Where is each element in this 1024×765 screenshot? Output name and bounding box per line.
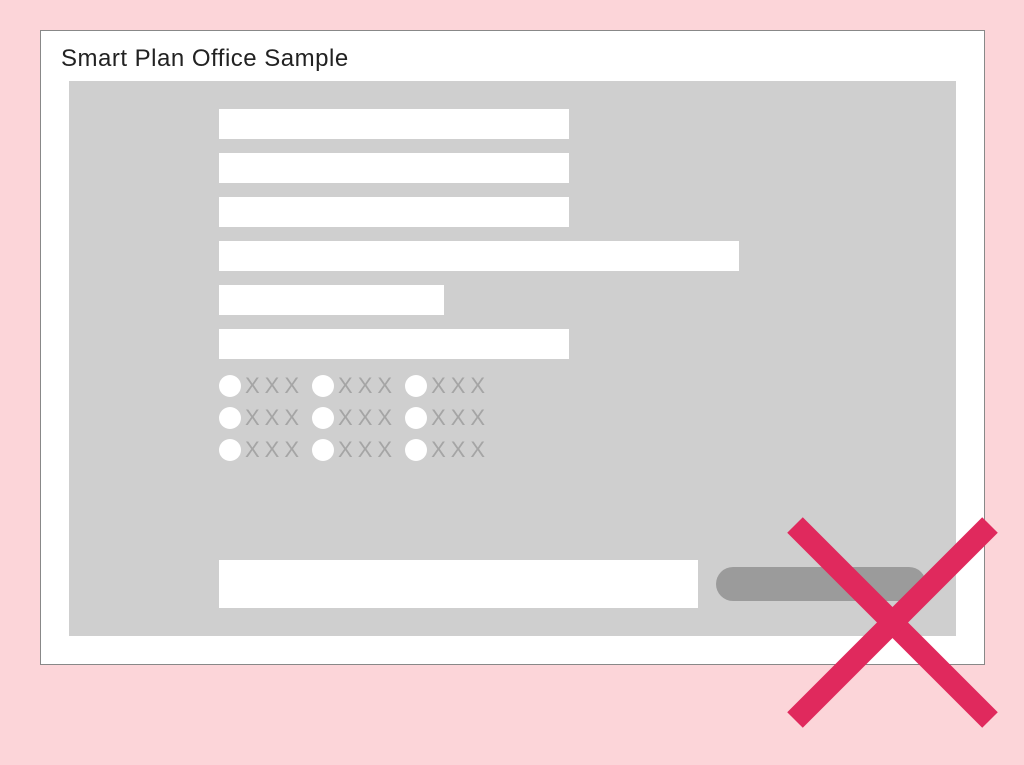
radio-section: XXX XXX XXX XXX XXX <box>219 373 926 463</box>
text-input-2[interactable] <box>219 153 569 183</box>
radio-label: XXX <box>245 373 304 399</box>
radio-label: XXX <box>245 405 304 431</box>
radio-label: XXX <box>431 373 490 399</box>
radio-label: XXX <box>338 405 397 431</box>
radio-option[interactable]: XXX <box>219 373 304 399</box>
radio-row-2: XXX XXX XXX <box>219 405 926 431</box>
radio-option[interactable]: XXX <box>312 373 397 399</box>
radio-option[interactable]: XXX <box>219 405 304 431</box>
bottom-row <box>219 560 926 608</box>
text-input-6[interactable] <box>219 329 569 359</box>
radio-icon <box>219 375 241 397</box>
radio-option[interactable]: XXX <box>405 373 490 399</box>
app-window: Smart Plan Office Sample XXX XXX XXX <box>40 30 985 665</box>
radio-label: XXX <box>431 405 490 431</box>
radio-option[interactable]: XXX <box>405 437 490 463</box>
text-input-4[interactable] <box>219 241 739 271</box>
radio-icon <box>312 407 334 429</box>
radio-option[interactable]: XXX <box>312 405 397 431</box>
radio-label: XXX <box>338 373 397 399</box>
radio-icon <box>405 407 427 429</box>
radio-icon <box>219 407 241 429</box>
radio-label: XXX <box>338 437 397 463</box>
radio-icon <box>405 439 427 461</box>
form-panel: XXX XXX XXX XXX XXX <box>69 81 956 636</box>
radio-label: XXX <box>245 437 304 463</box>
text-input-3[interactable] <box>219 197 569 227</box>
radio-icon <box>405 375 427 397</box>
bottom-text-input[interactable] <box>219 560 698 608</box>
text-input-1[interactable] <box>219 109 569 139</box>
radio-icon <box>219 439 241 461</box>
text-input-5[interactable] <box>219 285 444 315</box>
radio-icon <box>312 375 334 397</box>
radio-row-3: XXX XXX XXX <box>219 437 926 463</box>
radio-option[interactable]: XXX <box>219 437 304 463</box>
radio-label: XXX <box>431 437 490 463</box>
radio-option[interactable]: XXX <box>405 405 490 431</box>
window-title: Smart Plan Office Sample <box>41 31 984 81</box>
radio-option[interactable]: XXX <box>312 437 397 463</box>
submit-button[interactable] <box>716 567 926 601</box>
radio-row-1: XXX XXX XXX <box>219 373 926 399</box>
radio-icon <box>312 439 334 461</box>
